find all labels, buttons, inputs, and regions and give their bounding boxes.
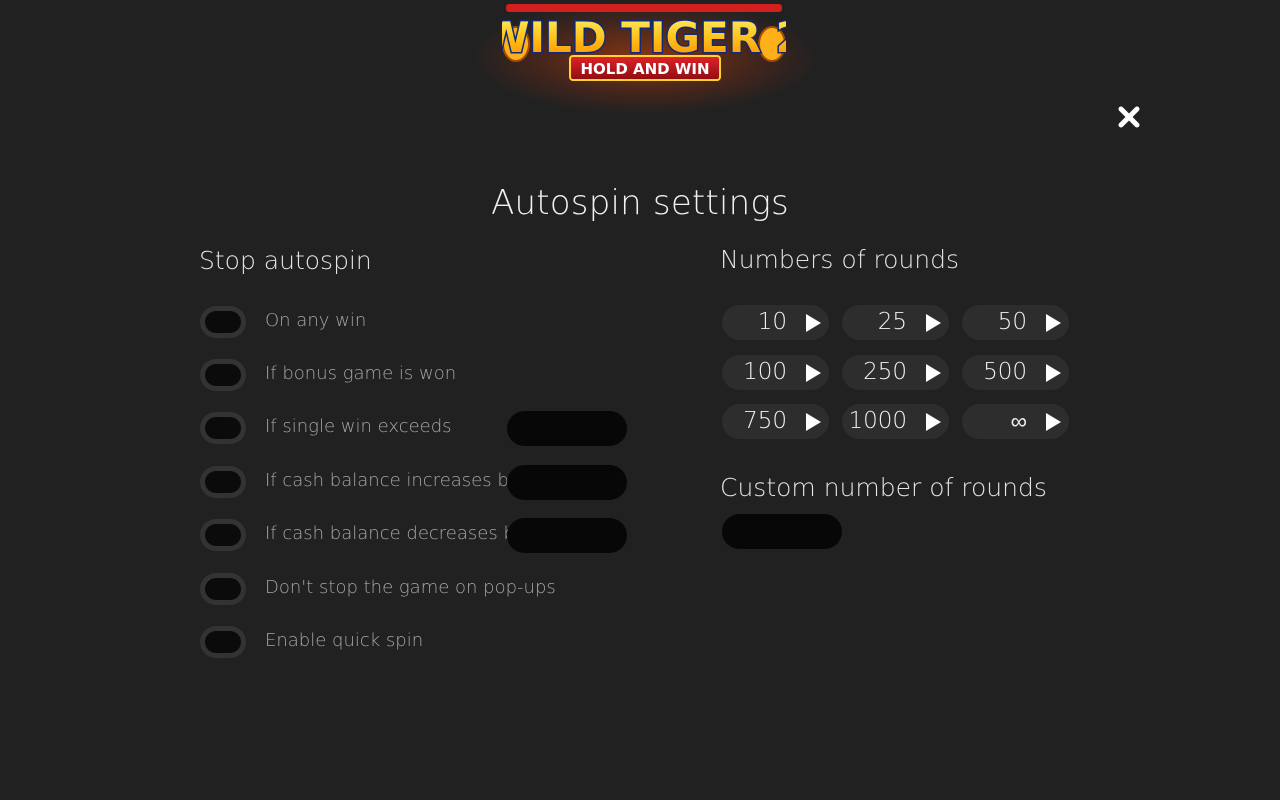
option-label: Don't stop the game on pop-ups [265,577,556,598]
play-icon [1046,413,1061,431]
rounds-button-750[interactable]: 750 [722,404,829,439]
toggle-quick-spin[interactable] [200,626,246,658]
balance-decrease-amount-input[interactable] [507,518,627,553]
rounds-value: 10 [757,309,787,335]
toggle-balance-decreases[interactable] [200,519,246,551]
close-icon[interactable] [1116,104,1142,130]
play-icon [926,314,941,332]
rounds-value: 250 [863,359,907,385]
rounds-value: 25 [877,309,907,335]
stop-autospin-heading: Stop autospin [199,246,372,275]
option-label: On any win [265,310,367,331]
play-icon [806,314,821,332]
rounds-button-250[interactable]: 250 [842,355,949,390]
autospin-settings-page: WILD TIGER 2 HOLD AND WIN Autospin setti… [0,0,1280,800]
rounds-value: ∞ [1010,409,1027,435]
option-label: If cash balance increases by [265,470,520,491]
option-label: Enable quick spin [265,630,424,651]
play-icon [806,413,821,431]
toggle-bonus-game-won[interactable] [200,359,246,391]
rounds-button-25[interactable]: 25 [842,305,949,340]
rounds-value: 50 [997,309,1027,335]
play-icon [806,364,821,382]
balance-increase-amount-input[interactable] [507,465,627,500]
rounds-button-100[interactable]: 100 [722,355,829,390]
option-label: If bonus game is won [265,363,457,384]
play-icon [1046,314,1061,332]
option-label: If cash balance decreases by [265,523,526,544]
rounds-value: 750 [743,408,787,434]
rounds-value: 500 [983,359,1027,385]
logo-title-text: WILD TIGER 2 [502,13,786,62]
game-logo: WILD TIGER 2 HOLD AND WIN [502,4,786,81]
rounds-button-1000[interactable]: 1000 [842,404,949,439]
option-balance-decreases: If cash balance decreases by [200,518,660,553]
single-win-amount-input[interactable] [507,411,627,446]
option-balance-increases: If cash balance increases by [200,465,660,500]
toggle-on-any-win[interactable] [200,306,246,338]
custom-rounds-input[interactable] [722,514,842,549]
rounds-value: 1000 [848,408,907,434]
option-bonus-game-won: If bonus game is won [200,359,660,391]
logo-subtitle-text: HOLD AND WIN [580,60,709,78]
play-icon [1046,364,1061,382]
option-single-win-exceeds: If single win exceeds [200,411,660,446]
play-icon [926,364,941,382]
dialog-title: Autospin settings [491,183,789,223]
option-label: If single win exceeds [265,416,452,437]
toggle-single-win-exceeds[interactable] [200,412,246,444]
option-quick-spin: Enable quick spin [200,626,660,658]
custom-rounds-heading: Custom number of rounds [720,473,1047,502]
rounds-button-500[interactable]: 500 [962,355,1069,390]
rounds-button-50[interactable]: 50 [962,305,1069,340]
option-on-any-win: On any win [200,306,660,338]
play-icon [926,413,941,431]
toggle-balance-increases[interactable] [200,466,246,498]
rounds-button-10[interactable]: 10 [722,305,829,340]
rounds-button-infinite[interactable]: ∞ [962,404,1069,439]
option-dont-stop-popups: Don't stop the game on pop-ups [200,573,660,605]
numbers-of-rounds-heading: Numbers of rounds [720,245,960,274]
toggle-dont-stop-popups[interactable] [200,573,246,605]
rounds-value: 100 [743,359,787,385]
